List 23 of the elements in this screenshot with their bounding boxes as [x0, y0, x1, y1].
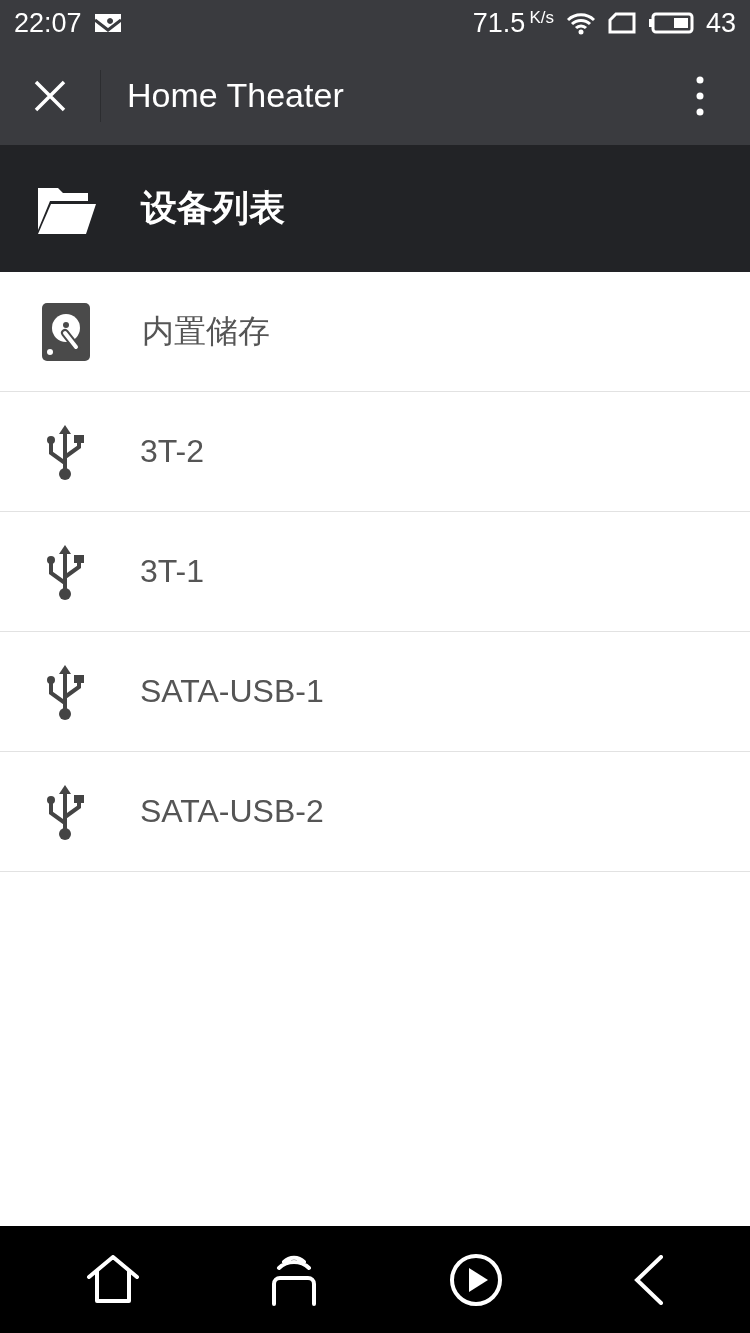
- more-icon: [696, 75, 704, 116]
- header-title: 设备列表: [141, 186, 285, 230]
- device-item[interactable]: 内置储存: [0, 272, 750, 392]
- hard-drive-icon: [42, 302, 90, 361]
- device-name: SATA-USB-1: [140, 673, 324, 710]
- app-title: Home Theater: [127, 76, 345, 115]
- device-item[interactable]: SATA-USB-1: [0, 632, 750, 752]
- network-speed: 71.5: [472, 7, 526, 39]
- device-item[interactable]: 3T-2: [0, 392, 750, 512]
- status-time: 22:07: [14, 7, 82, 39]
- device-name: 3T-2: [140, 433, 205, 470]
- close-icon: [33, 78, 67, 113]
- device-name: 3T-1: [140, 553, 205, 590]
- device-item[interactable]: 3T-1: [0, 512, 750, 632]
- battery-percent: 43: [705, 7, 736, 39]
- device-name: SATA-USB-2: [140, 793, 324, 830]
- sim-card-icon: [607, 12, 636, 34]
- image-icon: [93, 12, 122, 34]
- wifi-icon: [565, 11, 596, 35]
- speed-unit: K/s: [529, 8, 554, 28]
- battery-icon: [647, 12, 694, 34]
- device-item[interactable]: SATA-USB-2: [0, 752, 750, 872]
- device-name: 内置储存: [142, 311, 270, 351]
